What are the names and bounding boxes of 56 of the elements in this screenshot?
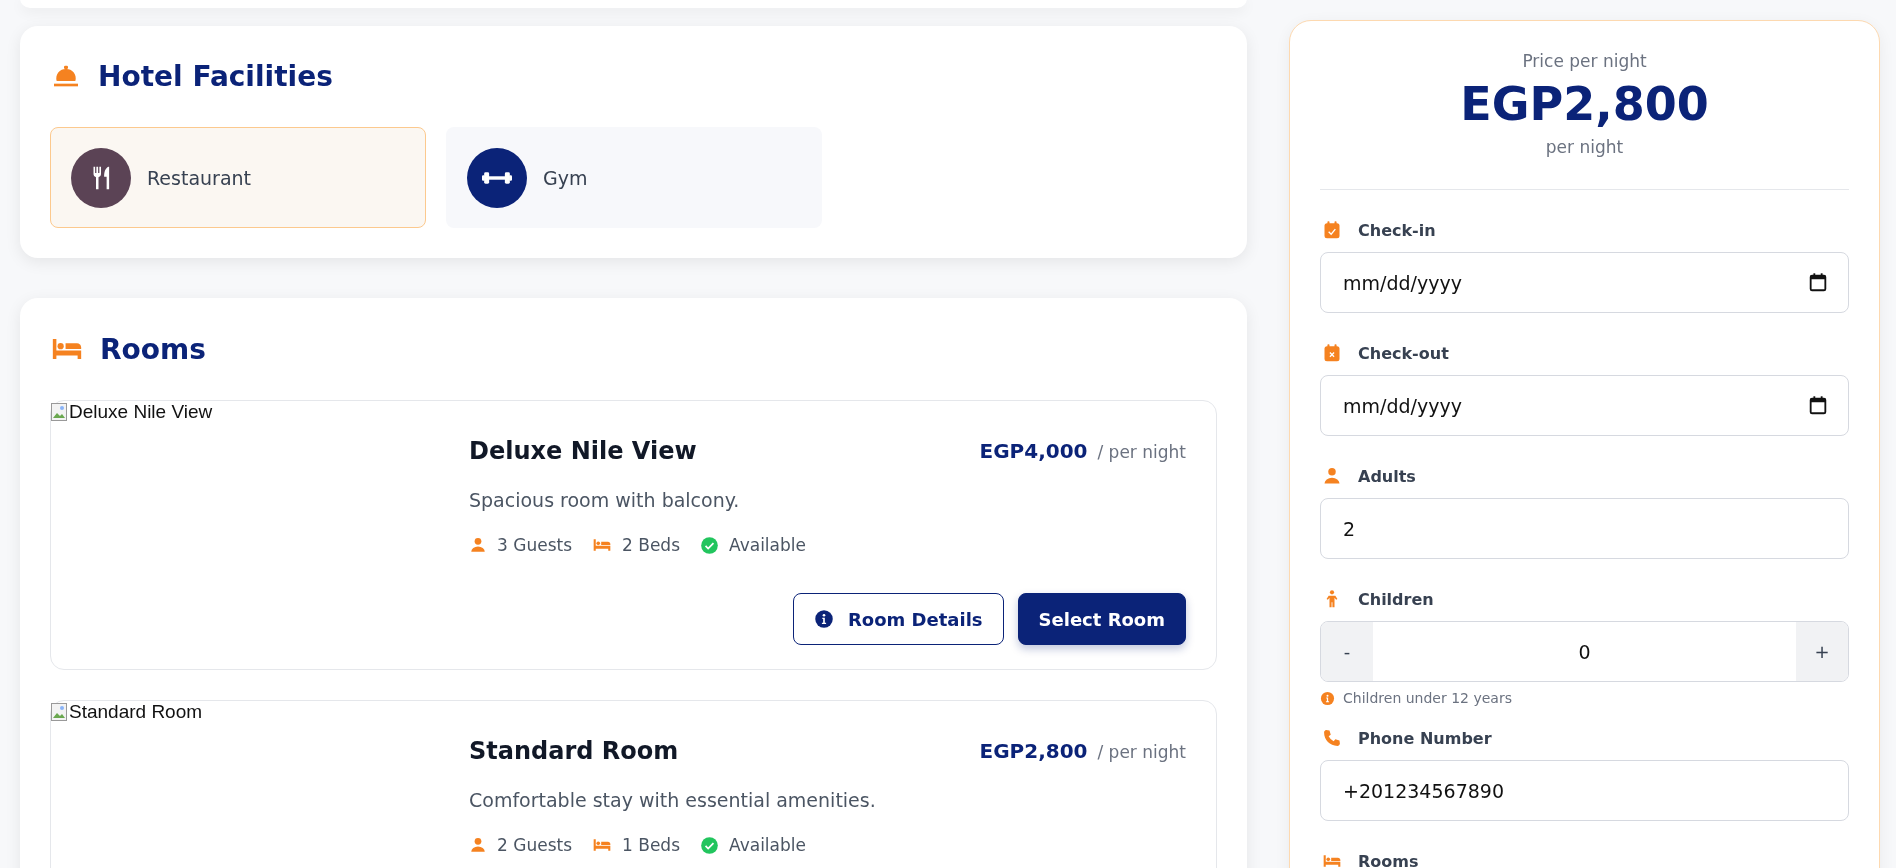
price-value: EGP2,800: [1460, 77, 1709, 131]
room-price: EGP4,000: [979, 439, 1088, 463]
price-unit: / per night: [1097, 442, 1186, 462]
image-alt-text: Deluxe Nile View: [69, 401, 213, 423]
input-field[interactable]: +201234567890: [1320, 760, 1849, 821]
beds-text: 2 Beds: [622, 535, 680, 555]
date-field[interactable]: mm/dd/yyyy: [1320, 252, 1849, 313]
section-title: Hotel Facilities: [98, 60, 333, 93]
date-field[interactable]: mm/dd/yyyy: [1320, 375, 1849, 436]
field-label: Rooms: [1358, 851, 1419, 868]
increment-button[interactable]: +: [1796, 622, 1848, 681]
person-icon: [469, 536, 487, 554]
facility-tile[interactable]: Gym: [446, 127, 822, 228]
price-unit: / per night: [1097, 742, 1186, 762]
info-icon: [1320, 690, 1335, 706]
calendar-icon: [1807, 271, 1829, 293]
beds-text: 1 Beds: [622, 835, 680, 855]
broken-image-icon: [51, 703, 67, 721]
price-label: Price per night: [1522, 51, 1647, 71]
guests-text: 2 Guests: [497, 835, 572, 855]
calendar-check-icon: [1322, 220, 1342, 240]
check-icon: [700, 835, 719, 855]
facility-tile[interactable]: Restaurant: [50, 127, 426, 228]
stepper-value[interactable]: 0: [1578, 640, 1591, 663]
input-field[interactable]: 2: [1320, 498, 1849, 559]
info-icon: [813, 609, 834, 629]
facility-label: Restaurant: [147, 166, 252, 189]
person-icon: [469, 836, 487, 854]
dumbbell-icon: [482, 171, 512, 184]
room-name: Deluxe Nile View: [469, 437, 697, 465]
field-label: Check-out: [1358, 343, 1449, 363]
decrement-button[interactable]: -: [1321, 622, 1373, 681]
section-title: Rooms: [100, 332, 206, 366]
status-text: Available: [729, 835, 806, 855]
price-unit: per night: [1545, 137, 1624, 157]
room-description: Spacious room with balcony.: [469, 489, 741, 511]
room-details-button[interactable]: Room Details: [792, 593, 1004, 645]
field-label: Check-in: [1358, 220, 1436, 240]
calendar-icon: [1807, 394, 1829, 416]
check-icon: [700, 535, 719, 555]
room-name: Standard Room: [469, 737, 679, 765]
field-label: Children: [1358, 589, 1434, 609]
broken-image-icon: [51, 403, 67, 421]
room-price: EGP2,800: [979, 739, 1088, 763]
room-description: Comfortable stay with essential amenities.: [469, 789, 877, 811]
guests-text: 3 Guests: [497, 535, 572, 555]
image-alt-text: Standard Room: [69, 701, 203, 723]
select-room-button[interactable]: Select Room: [1017, 593, 1186, 645]
status-text: Available: [729, 535, 806, 555]
field-label: Phone Number: [1358, 728, 1492, 748]
field-label: Adults: [1358, 466, 1416, 486]
hint-text: Children under 12 years: [1343, 690, 1512, 706]
phone-icon: [1322, 728, 1342, 748]
facility-label: Gym: [543, 166, 588, 189]
calendar-x-icon: [1322, 343, 1342, 363]
user-icon: [1322, 466, 1342, 486]
